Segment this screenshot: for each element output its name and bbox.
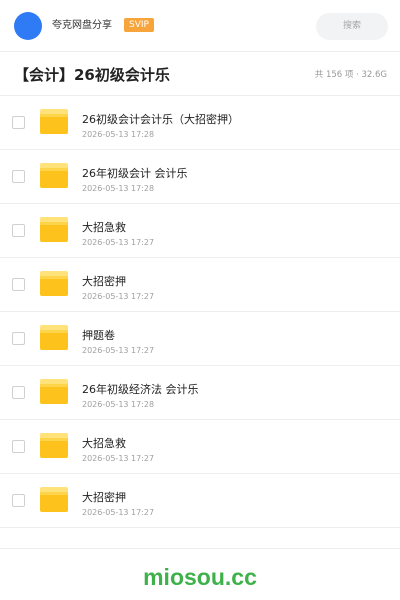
folder-icon <box>40 109 68 134</box>
folder-icon <box>40 217 68 242</box>
list-item[interactable]: 大招密押 2026-05-13 17:27 <box>0 258 400 312</box>
watermark: miosou.cc <box>0 548 400 600</box>
item-name[interactable]: 26初级会计会计乐（大招密押） <box>82 112 239 127</box>
list-item[interactable]: 26年初级经济法 会计乐 2026-05-13 17:28 <box>0 366 400 420</box>
item-name[interactable]: 大招急救 <box>82 220 126 235</box>
folder-meta: 共 156 项 · 32.6G <box>314 70 387 80</box>
list-item[interactable]: 大招急救 2026-05-13 17:27 <box>0 204 400 258</box>
folder-icon <box>40 433 68 458</box>
item-date: 2026-05-13 17:27 <box>82 346 155 355</box>
item-name[interactable]: 大招密押 <box>82 490 126 505</box>
item-name[interactable]: 大招密押 <box>82 274 126 289</box>
folder-icon <box>40 379 68 404</box>
item-name[interactable]: 押题卷 <box>82 328 115 343</box>
svip-badge: SVIP <box>124 18 154 32</box>
item-checkbox[interactable] <box>12 116 25 129</box>
share-name: 夸克网盘分享 <box>52 20 112 31</box>
list-item[interactable]: 26初级会计会计乐（大招密押） 2026-05-13 17:28 <box>0 96 400 150</box>
item-checkbox[interactable] <box>12 440 25 453</box>
page-title: 【会计】26初级会计乐 <box>14 66 170 84</box>
item-date: 2026-05-13 17:28 <box>82 130 155 139</box>
item-checkbox[interactable] <box>12 170 25 183</box>
item-name[interactable]: 大招急救 <box>82 436 126 451</box>
item-checkbox[interactable] <box>12 278 25 291</box>
item-checkbox[interactable] <box>12 332 25 345</box>
item-date: 2026-05-13 17:27 <box>82 238 155 247</box>
item-name[interactable]: 26年初级经济法 会计乐 <box>82 382 199 397</box>
list-item[interactable]: 大招密押 2026-05-13 17:27 <box>0 474 400 528</box>
item-date: 2026-05-13 17:27 <box>82 508 155 517</box>
file-list: 26初级会计会计乐（大招密押） 2026-05-13 17:28 26年初级会计… <box>0 96 400 528</box>
item-date: 2026-05-13 17:27 <box>82 292 155 301</box>
item-name[interactable]: 26年初级会计 会计乐 <box>82 166 188 181</box>
folder-icon <box>40 163 68 188</box>
watermark-text: miosou.cc <box>143 564 257 590</box>
avatar[interactable] <box>14 12 42 40</box>
item-checkbox[interactable] <box>12 224 25 237</box>
folder-icon <box>40 487 68 512</box>
header: 夸克网盘分享 SVIP 搜索 <box>0 0 400 52</box>
list-item[interactable]: 押题卷 2026-05-13 17:27 <box>0 312 400 366</box>
item-date: 2026-05-13 17:27 <box>82 454 155 463</box>
list-item[interactable]: 26年初级会计 会计乐 2026-05-13 17:28 <box>0 150 400 204</box>
list-item[interactable]: 大招急救 2026-05-13 17:27 <box>0 420 400 474</box>
folder-title-bar: 【会计】26初级会计乐 共 156 项 · 32.6G <box>0 52 400 96</box>
item-checkbox[interactable] <box>12 494 25 507</box>
item-date: 2026-05-13 17:28 <box>82 400 155 409</box>
folder-icon <box>40 325 68 350</box>
item-date: 2026-05-13 17:28 <box>82 184 155 193</box>
folder-icon <box>40 271 68 296</box>
search-input[interactable]: 搜索 <box>316 13 388 40</box>
item-checkbox[interactable] <box>12 386 25 399</box>
